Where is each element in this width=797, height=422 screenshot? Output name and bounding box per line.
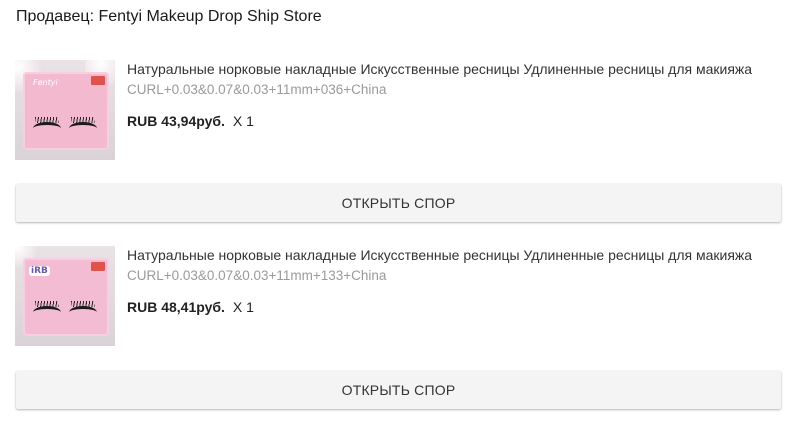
product-brand-text: Fentyi	[33, 78, 58, 87]
product-brand-text: iRB	[29, 266, 50, 276]
price-tag-icon	[91, 262, 105, 271]
product-title[interactable]: Натуральные норковые накладные Искусстве…	[127, 61, 787, 77]
product-price: RUB 48,41руб.	[127, 299, 225, 315]
seller-name: Продавец: Fentyi Makeup Drop Ship Store	[16, 8, 322, 25]
eyelash-box: Fentyi	[23, 72, 109, 150]
eyelash-icon	[69, 117, 97, 135]
product-image[interactable]: iRB	[15, 246, 115, 346]
eyelash-icon	[33, 301, 61, 319]
product-price: RUB 43,94руб.	[127, 113, 225, 129]
eyelash-icon	[33, 117, 61, 135]
price-row: RUB 43,94руб. X 1	[127, 113, 254, 129]
product-variant: CURL+0.03&0.07&0.03+11mm+133+China	[127, 268, 387, 283]
product-title[interactable]: Натуральные норковые накладные Искусстве…	[127, 247, 787, 263]
eyelash-icon	[69, 301, 97, 319]
product-quantity: X 1	[232, 299, 254, 315]
price-tag-icon	[91, 76, 105, 85]
price-row: RUB 48,41руб. X 1	[127, 299, 254, 315]
product-image[interactable]: Fentyi	[15, 60, 115, 160]
eyelash-box: iRB	[23, 258, 109, 336]
order-item: iRB Натуральные норковые накладные Искус…	[15, 246, 785, 346]
order-item: Fentyi Натуральные норковые накладные Ис…	[15, 60, 785, 160]
product-variant: CURL+0.03&0.07&0.03+11mm+036+China	[127, 82, 387, 97]
open-dispute-button[interactable]: ОТКРЫТЬ СПОР	[16, 184, 781, 222]
product-quantity: X 1	[232, 113, 254, 129]
open-dispute-button[interactable]: ОТКРЫТЬ СПОР	[16, 371, 781, 409]
